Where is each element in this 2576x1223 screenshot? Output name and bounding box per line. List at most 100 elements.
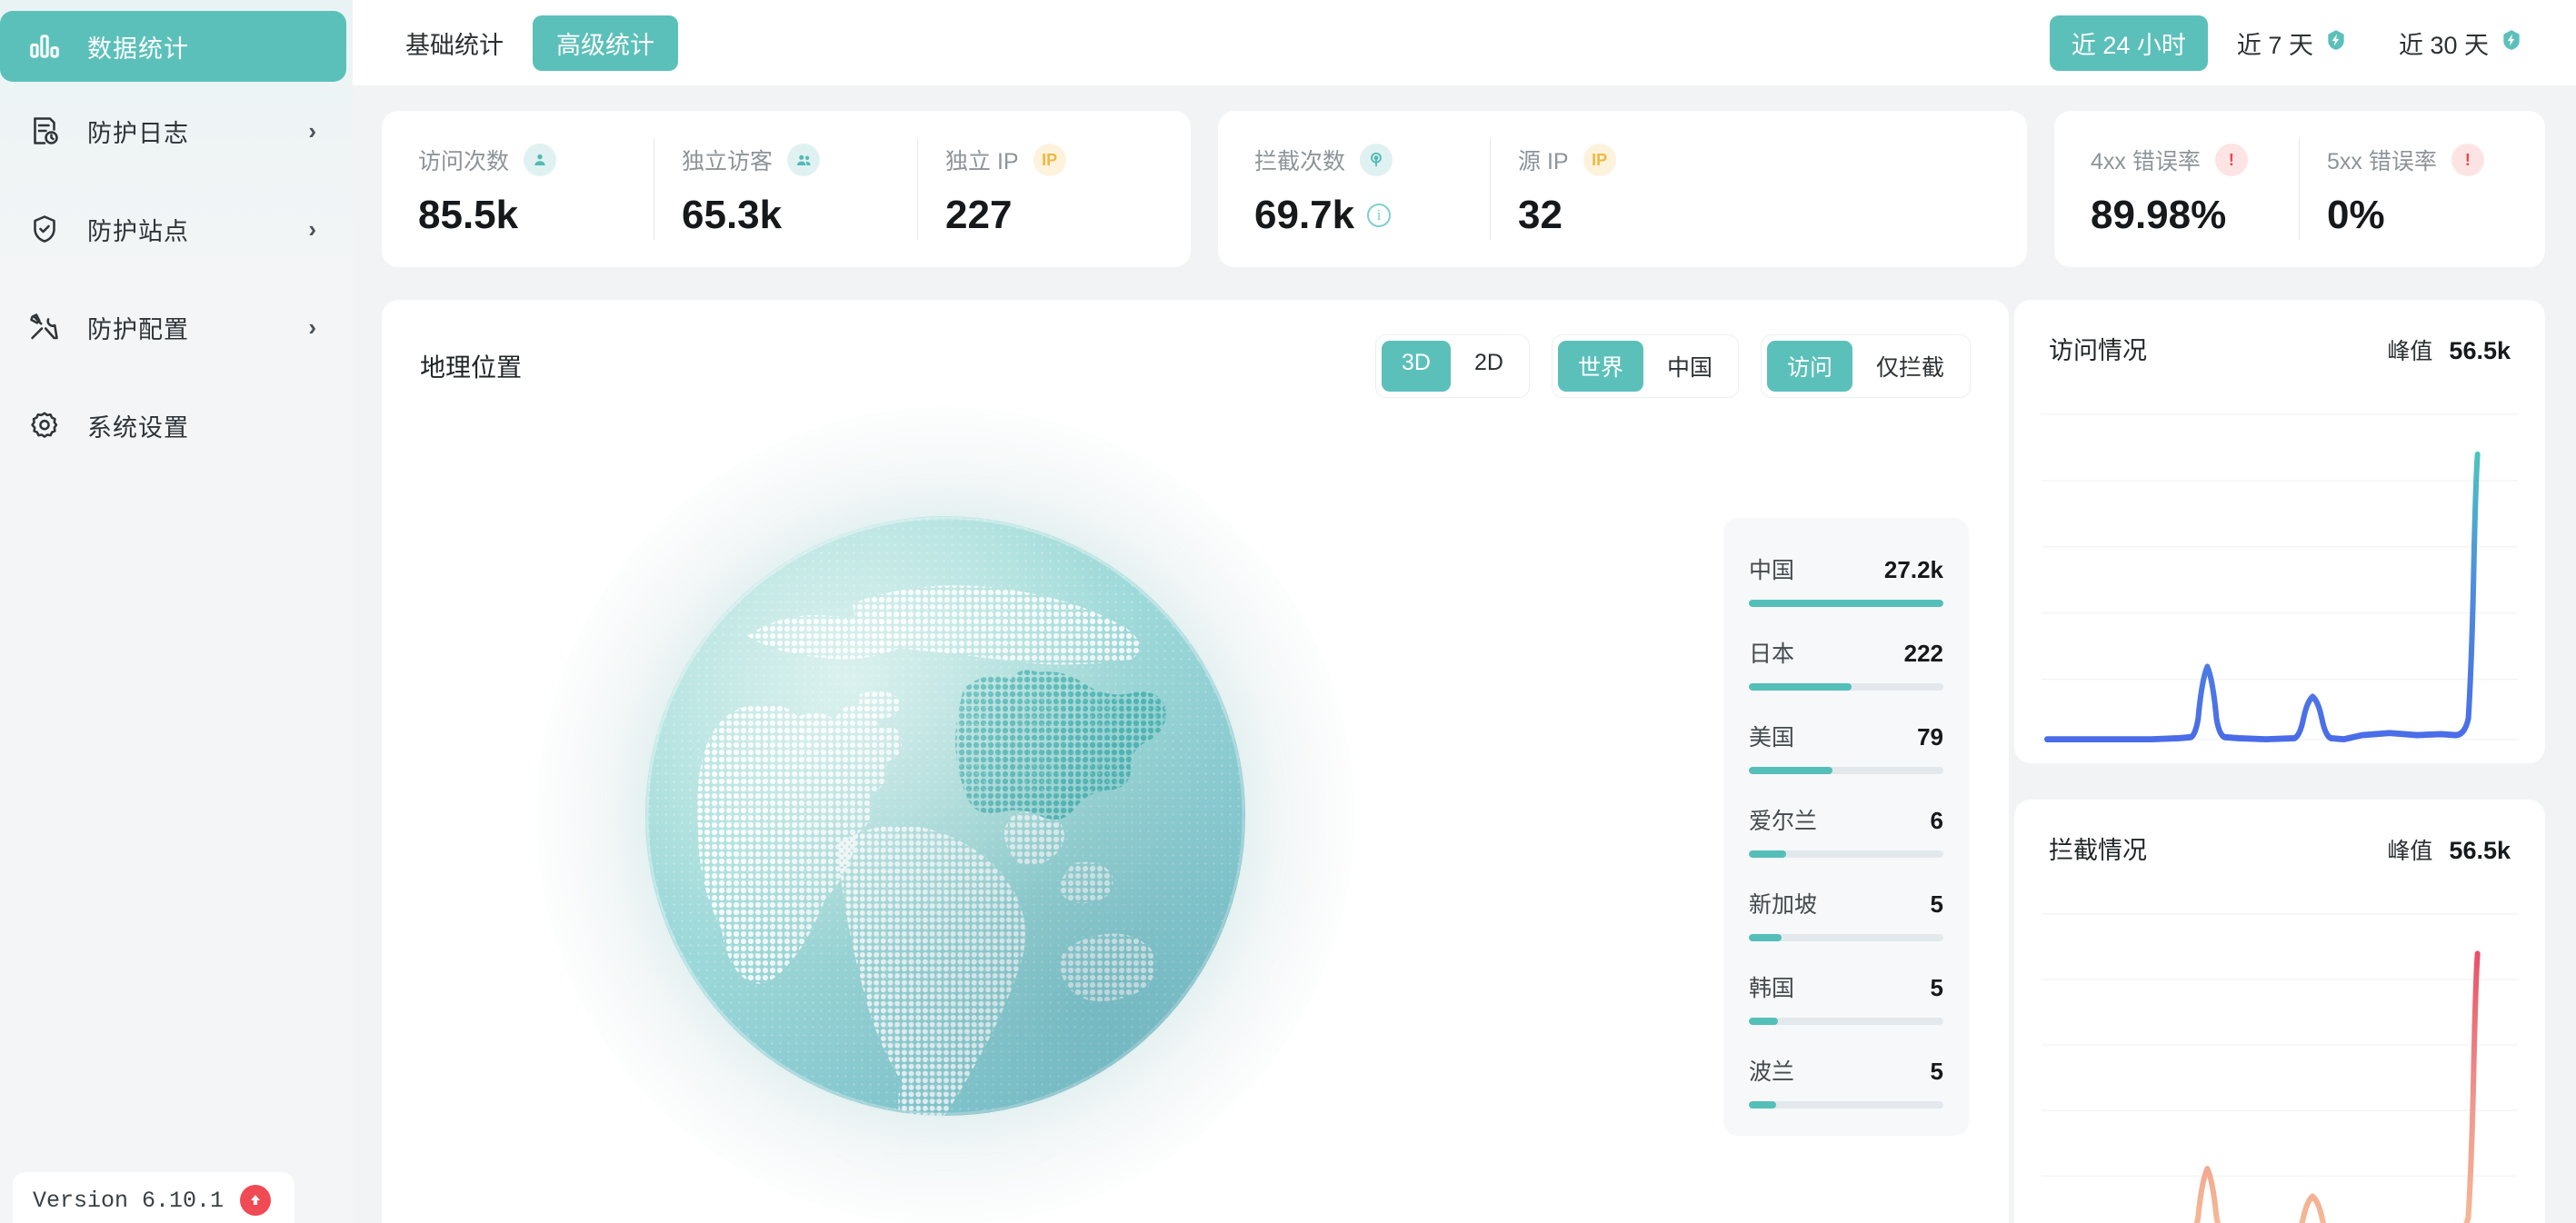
country-ranking-list: 中国 27.2k 日本 222 美国 79 爱尔兰 6 新加坡 5 韩国 5 波… [1723, 518, 1969, 1136]
sidebar-item-label: 数据统计 [87, 35, 189, 63]
stat-blocked-count: 拦截次数 69.7k i [1227, 111, 1491, 267]
sidebar-item-protection-config[interactable]: 防护配置 › [0, 278, 353, 376]
range-label: 近 30 天 [2398, 31, 2489, 59]
stat-value: 227 [945, 193, 1013, 237]
seg-china[interactable]: 中国 [1647, 341, 1732, 392]
range-label: 近 7 天 [2236, 31, 2313, 59]
stat-label: 5xx 错误率 [2327, 149, 2437, 174]
stat-tabs: 基础统计 高级统计 [382, 15, 678, 71]
geo-controls: 3D 2D 世界 中国 访问 仅拦截 [1375, 334, 1971, 398]
list-item[interactable]: 韩国 5 [1749, 960, 1943, 1025]
chevron-right-icon: › [308, 116, 316, 144]
version-indicator[interactable]: Version 6.10.1 [13, 1172, 295, 1223]
blocked-chart-plot[interactable] [2042, 908, 2518, 1223]
country-bar-fill [1749, 1018, 1779, 1025]
seg-visits[interactable]: 访问 [1766, 341, 1852, 392]
gear-icon [25, 406, 64, 444]
country-name: 爱尔兰 [1749, 809, 1818, 834]
geo-card-title: 地理位置 [420, 353, 523, 382]
stat-visits: 访问次数 85.5k [391, 111, 654, 267]
tab-basic-stats[interactable]: 基础统计 [382, 15, 527, 71]
ip-icon: IP [1583, 144, 1616, 176]
range-24h[interactable]: 近 24 小时 [2049, 15, 2208, 71]
sidebar-item-label: 防护日志 [87, 119, 189, 147]
user-icon [524, 144, 557, 176]
country-value: 6 [1930, 807, 1943, 834]
country-value: 5 [1930, 974, 1943, 1001]
list-item[interactable]: 美国 79 [1749, 709, 1943, 774]
info-icon[interactable]: i [1367, 204, 1392, 227]
country-bar-track [1749, 934, 1943, 941]
range-30d[interactable]: 近 30 天 [2377, 15, 2545, 71]
country-value: 222 [1903, 640, 1943, 667]
stat-unique-visitors: 独立访客 65.3k [654, 111, 918, 267]
stat-4xx-error-rate: 4xx 错误率 ! 89.98% [2063, 111, 2300, 267]
tools-icon [25, 308, 64, 346]
country-bar-fill [1749, 600, 1943, 607]
stat-cards-row: 访问次数 85.5k 独立访客 65.3k 独立 IP IP 227 拦截次数 … [382, 111, 2545, 267]
top-bar: 基础统计 高级统计 近 24 小时 近 7 天 近 30 天 [353, 0, 2576, 85]
stat-card-traffic: 访问次数 85.5k 独立访客 65.3k 独立 IP IP 227 [382, 111, 1191, 267]
globe-visualization[interactable] [509, 407, 1382, 1223]
sidebar-item-protected-sites[interactable]: 防护站点 › [0, 180, 353, 278]
chart-peak: 峰值 56.5k [2387, 833, 2511, 866]
list-item[interactable]: 中国 27.2k [1749, 542, 1943, 607]
chart-title: 访问情况 [2049, 337, 2147, 364]
chart-gridlines [2042, 413, 2518, 741]
country-bar-fill [1749, 767, 1833, 774]
stat-unique-ip: 独立 IP IP 227 [917, 111, 1182, 267]
stat-source-ip: 源 IP IP 32 [1490, 111, 1754, 267]
sidebar-item-system-settings[interactable]: 系统设置 [0, 376, 353, 474]
seg-world[interactable]: 世界 [1557, 341, 1643, 392]
peak-label: 峰值 [2387, 839, 2433, 864]
range-label: 近 24 小时 [2071, 31, 2186, 59]
chevron-right-icon: › [308, 313, 316, 341]
country-bar-fill [1749, 683, 1852, 691]
country-bar-track [1749, 850, 1943, 858]
visits-chart-card: 访问情况 峰值 56.5k [2014, 300, 2545, 763]
segmented-scope: 世界 中国 [1551, 334, 1739, 398]
stat-label: 4xx 错误率 [2091, 149, 2201, 174]
stat-label: 拦截次数 [1254, 149, 1346, 174]
pro-badge-icon [2500, 28, 2523, 58]
seg-2d[interactable]: 2D [1454, 341, 1523, 392]
stat-label: 源 IP [1518, 149, 1569, 174]
country-bar-track [1749, 600, 1943, 607]
list-item[interactable]: 日本 222 [1749, 625, 1943, 691]
sidebar-item-protection-log[interactable]: 防护日志 › [0, 82, 353, 180]
tab-advanced-stats[interactable]: 高级统计 [533, 15, 678, 71]
upgrade-arrow-icon[interactable] [240, 1185, 272, 1216]
country-name: 美国 [1749, 725, 1795, 751]
sidebar-item-statistics[interactable]: 数据统计 [0, 11, 346, 82]
ip-icon: IP [1033, 144, 1066, 176]
seg-3d[interactable]: 3D [1382, 341, 1451, 392]
version-label: Version 6.10.1 [33, 1187, 225, 1214]
alert-icon: ! [2451, 144, 2484, 176]
seg-blocked-only[interactable]: 仅拦截 [1856, 341, 1964, 392]
country-bar-fill [1749, 934, 1782, 941]
country-name: 日本 [1749, 641, 1795, 667]
alert-icon: ! [2214, 144, 2248, 176]
blocked-chart-card: 拦截情况 峰值 56.5k [2014, 800, 2545, 1223]
range-7d[interactable]: 近 7 天 [2215, 15, 2370, 71]
list-item[interactable]: 波兰 5 [1749, 1043, 1943, 1109]
shield-check-icon [25, 210, 64, 248]
list-item[interactable]: 新加坡 5 [1749, 876, 1943, 941]
list-item[interactable]: 爱尔兰 6 [1749, 792, 1943, 858]
target-icon [1360, 144, 1393, 176]
globe-shading [645, 516, 1245, 1116]
stat-card-errors: 4xx 错误率 ! 89.98% 5xx 错误率 ! 0% [2054, 111, 2545, 267]
peak-value: 56.5k [2449, 837, 2511, 864]
country-bar-fill [1749, 850, 1786, 858]
stat-value: 89.98% [2091, 193, 2227, 237]
country-value: 5 [1930, 890, 1943, 918]
country-bar-fill [1749, 1101, 1776, 1109]
country-name: 波兰 [1749, 1059, 1795, 1085]
peak-label: 峰值 [2387, 339, 2433, 364]
country-bar-track [1749, 1101, 1943, 1109]
stat-label: 独立 IP [945, 149, 1019, 174]
stat-value-row: 69.7k i [1254, 193, 1491, 238]
country-value: 5 [1930, 1058, 1943, 1085]
visits-chart-plot[interactable] [2042, 408, 2518, 750]
time-range-group: 近 24 小时 近 7 天 近 30 天 [2049, 15, 2545, 71]
